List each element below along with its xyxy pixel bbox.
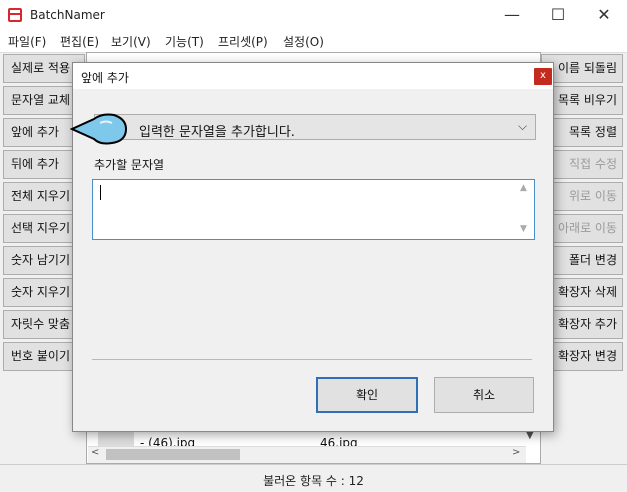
mode-select-value: 입력한 문자열을 추가합니다. xyxy=(139,125,295,140)
dialog-title-bar: 앞에 추가 x xyxy=(73,63,553,89)
menu-edit[interactable]: 편집(E) xyxy=(60,33,99,50)
maximize-button[interactable]: ☐ xyxy=(535,0,581,30)
string-field-label: 추가할 문자열 xyxy=(94,158,165,172)
dialog-separator xyxy=(92,359,532,360)
prepend-dialog: 앞에 추가 x 입력한 문자열을 추가합니다. ⌵ 추가할 문자열 ▲ ▼ 확인… xyxy=(72,62,554,432)
textarea-scroll-up-icon[interactable]: ▲ xyxy=(520,183,527,193)
status-bar: 불러온 항목 수 : 12 xyxy=(0,464,627,492)
menu-bar: 파일(F) 편집(E) 보기(V) 기능(T) 프리셋(P) 설정(O) xyxy=(0,30,627,52)
string-input[interactable]: ▲ ▼ xyxy=(92,179,535,240)
app-icon xyxy=(8,8,22,22)
scroll-right-icon[interactable]: > xyxy=(512,447,520,458)
cancel-button[interactable]: 취소 xyxy=(434,377,534,413)
textarea-scroll-down-icon[interactable]: ▼ xyxy=(520,224,527,234)
menu-file[interactable]: 파일(F) xyxy=(8,33,46,50)
title-bar: BatchNamer — ☐ ✕ xyxy=(0,0,627,30)
item-count-status: 불러온 항목 수 : 12 xyxy=(263,474,364,488)
mode-select[interactable]: 입력한 문자열을 추가합니다. ⌵ xyxy=(94,114,536,140)
menu-functions[interactable]: 기능(T) xyxy=(165,33,204,50)
horizontal-scroll-thumb[interactable] xyxy=(106,449,240,460)
minimize-button[interactable]: — xyxy=(489,0,535,30)
app-title: BatchNamer xyxy=(30,8,105,22)
ok-button[interactable]: 확인 xyxy=(316,377,418,413)
dialog-close-button[interactable]: x xyxy=(534,68,552,85)
menu-presets[interactable]: 프리셋(P) xyxy=(218,33,268,50)
dialog-title: 앞에 추가 xyxy=(81,71,129,85)
hint-balloon-icon xyxy=(70,113,128,145)
text-caret xyxy=(100,185,101,200)
chevron-down-icon: ⌵ xyxy=(518,119,528,133)
menu-settings[interactable]: 설정(O) xyxy=(283,33,324,50)
menu-view[interactable]: 보기(V) xyxy=(111,33,151,50)
close-button[interactable]: ✕ xyxy=(581,0,627,30)
scroll-left-icon[interactable]: < xyxy=(91,447,99,458)
